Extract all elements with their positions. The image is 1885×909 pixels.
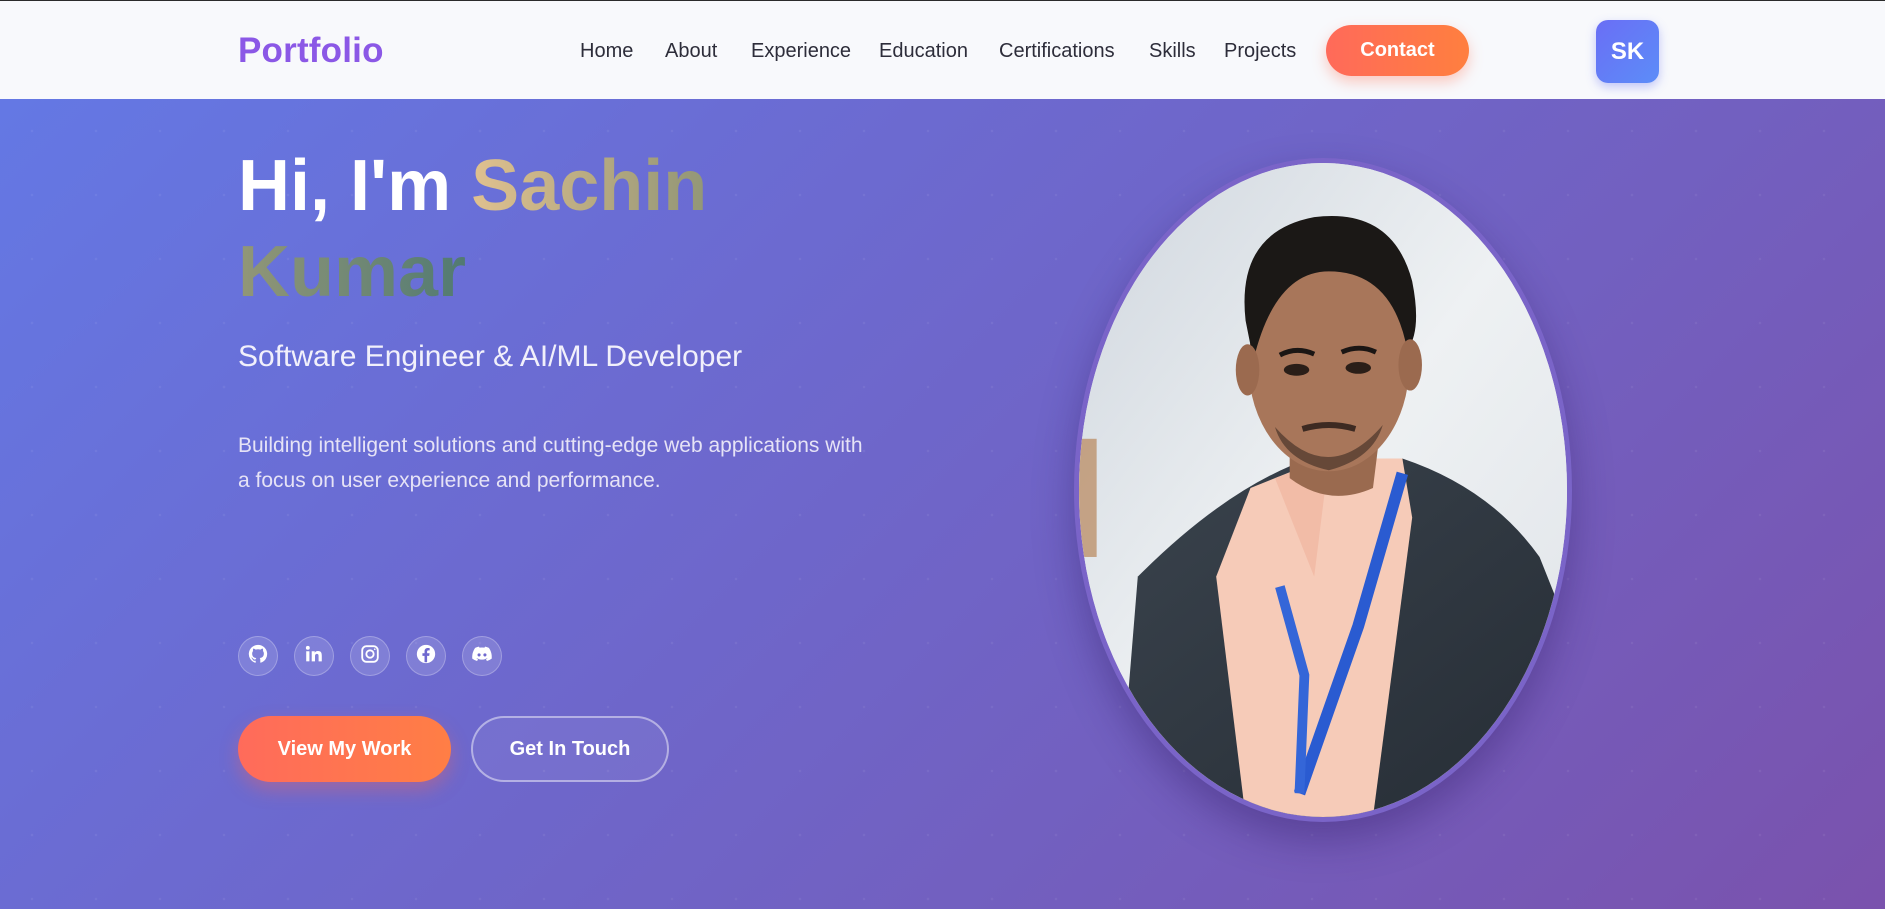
discord-icon: [471, 643, 493, 670]
nav-skills[interactable]: Skills: [1149, 40, 1196, 63]
nav-projects[interactable]: Projects: [1224, 40, 1296, 63]
profile-photo: [1074, 158, 1572, 822]
profile-photo-illustration: [1079, 163, 1567, 817]
nav-about[interactable]: About: [665, 40, 717, 63]
logo[interactable]: Portfolio: [238, 31, 384, 71]
linkedin-link[interactable]: [294, 636, 334, 676]
view-my-work-button[interactable]: View My Work: [238, 716, 451, 782]
hero-headline: Hi, I'm Sachin Kumar: [238, 143, 838, 315]
nav-certifications[interactable]: Certifications: [999, 40, 1115, 63]
nav-experience[interactable]: Experience: [751, 40, 851, 63]
hero-subtitle: Software Engineer & AI/ML Developer: [238, 340, 743, 373]
nav-education[interactable]: Education: [879, 40, 968, 63]
hero-greeting: Hi, I'm: [238, 146, 452, 226]
github-link[interactable]: [238, 636, 278, 676]
facebook-icon: [415, 643, 437, 670]
github-icon: [247, 643, 269, 670]
instagram-link[interactable]: [350, 636, 390, 676]
hero-description: Building intelligent solutions and cutti…: [238, 434, 863, 492]
avatar[interactable]: SK: [1596, 20, 1659, 83]
linkedin-icon: [303, 643, 325, 670]
nav-home[interactable]: Home: [580, 40, 633, 63]
contact-button[interactable]: Contact: [1326, 25, 1469, 76]
instagram-icon: [359, 643, 381, 670]
get-in-touch-button[interactable]: Get In Touch: [471, 716, 669, 782]
facebook-link[interactable]: [406, 636, 446, 676]
discord-link[interactable]: [462, 636, 502, 676]
navbar: Portfolio Home About Experience Educatio…: [0, 0, 1885, 99]
